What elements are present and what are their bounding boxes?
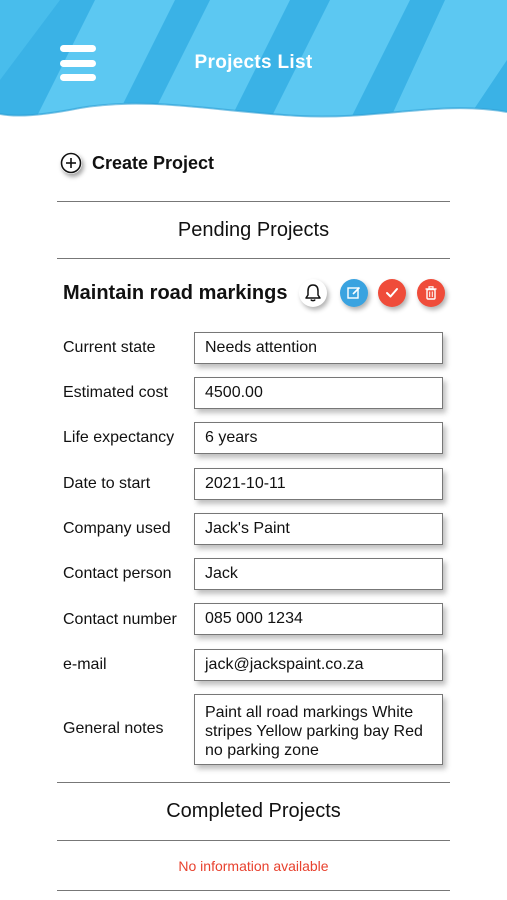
divider [57, 782, 450, 783]
life-expectancy-label: Life expectancy [63, 429, 175, 446]
company-used-label: Company used [63, 520, 171, 537]
bell-icon[interactable] [299, 279, 327, 307]
contact-person-field[interactable]: Jack [194, 558, 443, 590]
divider [57, 201, 450, 202]
page-title: Projects List [194, 52, 313, 73]
life-expectancy-field[interactable]: 6 years [194, 422, 443, 454]
general-notes-label: General notes [63, 720, 164, 737]
company-used-field[interactable]: Jack's Paint [194, 513, 443, 545]
contact-number-field[interactable]: 085 000 1234 [194, 603, 443, 635]
create-project-label: Create Project [92, 152, 215, 173]
divider [57, 258, 450, 259]
trash-icon[interactable] [417, 279, 445, 307]
project-title: Maintain road markings [63, 282, 288, 304]
date-to-start-label: Date to start [63, 475, 151, 492]
contact-number-label: Contact number [63, 611, 177, 628]
app-header: Projects List [0, 0, 507, 130]
email-field[interactable]: jack@jackspaint.co.za [194, 649, 443, 681]
add-circle-icon [60, 152, 82, 174]
create-project-button[interactable]: Create Project [60, 152, 214, 174]
email-label: e-mail [63, 656, 107, 673]
date-to-start-field[interactable]: 2021-10-11 [194, 468, 443, 500]
empty-state-text: No information available [178, 858, 329, 874]
check-icon[interactable] [378, 279, 406, 307]
estimated-cost-label: Estimated cost [63, 384, 168, 401]
divider [57, 890, 450, 891]
current-state-field[interactable]: Needs attention [194, 332, 443, 364]
edit-icon[interactable] [340, 279, 368, 307]
completed-projects-heading[interactable]: Completed Projects [57, 800, 450, 823]
current-state-label: Current state [63, 339, 156, 356]
contact-person-label: Contact person [63, 565, 172, 582]
divider [57, 840, 450, 841]
general-notes-field[interactable]: Paint all road markings White stripes Ye… [194, 694, 443, 765]
pending-projects-heading[interactable]: Pending Projects [57, 219, 450, 242]
estimated-cost-field[interactable]: 4500.00 [194, 377, 443, 409]
